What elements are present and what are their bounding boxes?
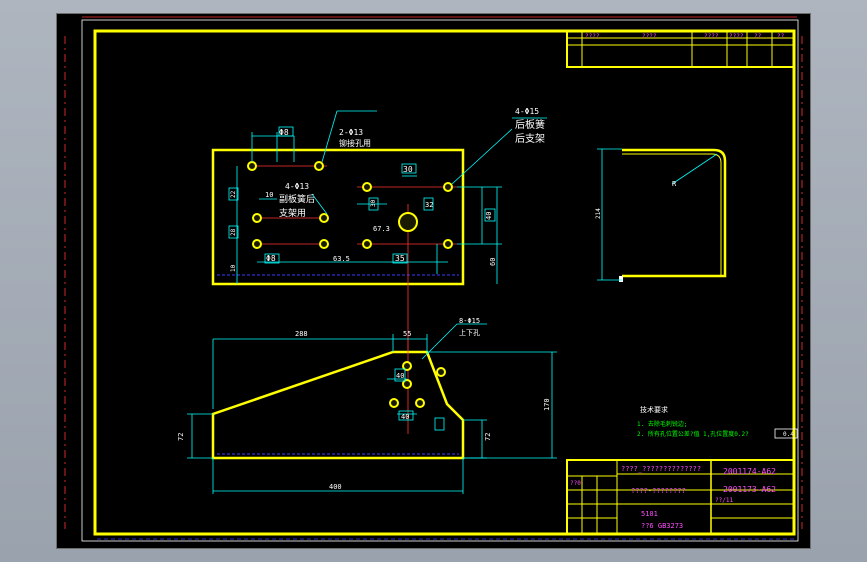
title-material: 5101 — [641, 510, 658, 518]
label-4-13-sub2: 支架用 — [279, 207, 306, 219]
callout-line-3: 后支架 — [515, 133, 545, 145]
label-8-15-sub: 上下孔 — [459, 328, 480, 337]
front-view-plate[interactable]: 288 55 8-Φ15 上下孔 40 40 72 72 170 400 — [177, 317, 557, 494]
front-hole-5[interactable] — [415, 398, 425, 408]
notes-heading: 技术要求 — [640, 405, 668, 414]
dim-63-5: 63.5 — [333, 255, 350, 263]
hole-c3[interactable] — [252, 239, 262, 249]
hole-c4[interactable] — [319, 239, 329, 249]
label-2-13: 2-Φ13 — [339, 128, 363, 137]
drawing-canvas[interactable]: ???? ???? ???? ???? ?? ?? Φ8 2-Φ13 铆接孔用 … — [57, 14, 812, 550]
dim-32: 32 — [425, 201, 433, 209]
dim-67-3: 67.3 — [373, 225, 390, 233]
strip-cell-4: ???? — [729, 33, 744, 40]
hole-c1[interactable] — [252, 213, 262, 223]
title-row2-label: ????-???????? — [631, 487, 686, 495]
dim-left-10: 10 — [230, 264, 237, 272]
title-block: ????_?????????????? 2001174-A62 ????-???… — [566, 459, 795, 535]
dim-28: 28 — [230, 228, 237, 236]
notes-line-1: 1. 去除毛刺锐边; — [637, 420, 687, 428]
hole-a1[interactable] — [247, 161, 257, 171]
hole-d1[interactable] — [362, 239, 372, 249]
label-4-13-sub1: 副板簧后 — [279, 193, 315, 205]
notes-tolerance-box: 0.4 — [783, 431, 794, 438]
front-hole-4[interactable] — [389, 398, 399, 408]
dim-170: 170 — [543, 398, 551, 411]
hole-center-large[interactable] — [398, 212, 418, 232]
strip-cell-2: ???? — [642, 33, 657, 40]
dim-phi8-bottom: Φ8 — [266, 254, 276, 263]
dim-288: 288 — [295, 330, 308, 338]
dim-55: 55 — [403, 330, 411, 338]
dim-72-right: 72 — [484, 433, 492, 441]
hole-b1[interactable] — [362, 182, 372, 192]
label-8-15: 8-Φ15 — [459, 317, 480, 325]
dim-40: 40 — [485, 212, 493, 220]
dim-22: 22 — [230, 190, 237, 198]
strip-cell-3: ???? — [704, 33, 719, 40]
dim-400: 400 — [329, 483, 342, 491]
callout-line-2: 后板簧 — [515, 118, 545, 131]
label-2-13-sub: 铆接孔用 — [339, 138, 371, 148]
strip-cell-6: ?? — [777, 33, 785, 40]
title-row2-code: 2001173-A62 — [723, 485, 776, 494]
front-hole-3[interactable] — [436, 367, 446, 377]
bracket-end-marker — [619, 276, 623, 282]
label-4-13: 4-Φ13 — [285, 182, 309, 191]
dim-front-40b: 40 — [401, 413, 409, 421]
dim-30: 30 — [403, 165, 413, 174]
callout-rear-spring: 4-Φ15 后板簧 后支架 — [512, 107, 547, 145]
cad-viewport[interactable]: ???? ???? ???? ???? ?? ?? Φ8 2-Φ13 铆接孔用 … — [56, 13, 811, 549]
dim-72-left: 72 — [177, 433, 185, 441]
title-left-code: ??0 — [570, 480, 581, 487]
dim-35: 35 — [395, 254, 405, 263]
strip-cell-5: ?? — [754, 33, 762, 40]
dim-front-40a: 40 — [396, 372, 404, 380]
title-row3-code: ??/11 — [715, 497, 733, 504]
notes-line-2: 2. 所有孔位置公差?值 1,孔位置度0.2? — [637, 430, 749, 438]
dim-60: 60 — [489, 258, 497, 266]
dim-phi8-top: Φ8 — [279, 128, 289, 137]
dim-30v: 30 — [370, 199, 377, 207]
hole-a2[interactable] — [314, 161, 324, 171]
title-row1-label: ????_?????????????? — [621, 465, 701, 473]
callout-line-1: 4-Φ15 — [515, 107, 539, 116]
hole-d2[interactable] — [443, 239, 453, 249]
title-standard: ??6 GB3273 — [641, 522, 683, 530]
bent-dim-vertical: 214 — [595, 208, 602, 219]
bent-bracket-view[interactable]: R 214 — [595, 148, 727, 282]
dim-10: 10 — [265, 191, 273, 199]
hole-b2[interactable] — [443, 182, 453, 192]
outer-border — [81, 19, 799, 542]
top-title-strip: ???? ???? ???? ???? ?? ?? — [566, 30, 795, 68]
hole-c2[interactable] — [319, 213, 329, 223]
technical-notes: 技术要求 1. 去除毛刺锐边; 2. 所有孔位置公差?值 1,孔位置度0.2? … — [637, 405, 798, 439]
strip-cell-1: ???? — [585, 33, 600, 40]
title-row1-code: 2001174-A62 — [723, 467, 776, 476]
